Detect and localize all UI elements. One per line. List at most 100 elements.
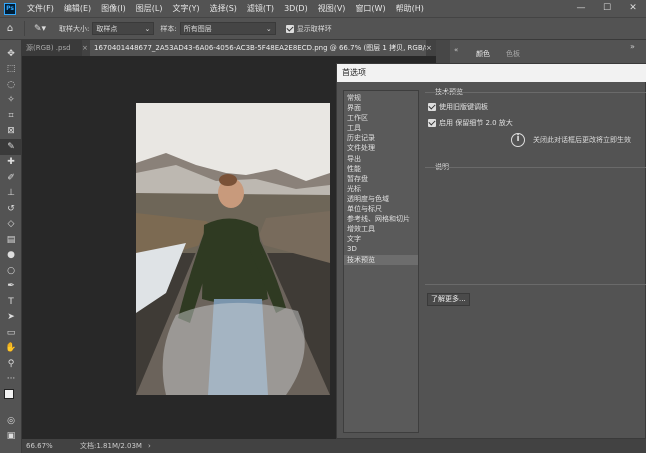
category-units-rulers[interactable]: 单位与标尺 [344, 204, 418, 214]
option-legacy-keyboard: 使用旧版键调板 [439, 103, 488, 111]
category-guides-grid[interactable]: 参考线、网格和切片 [344, 214, 418, 224]
tools-panel: ✥ ⬚ ◌ ✧ ⌗ ⊠ ✎ ✚ ✐ ⊥ ↺ ◇ ▤ ● ○ ✒ T ➤ ▭ ✋ … [0, 40, 22, 453]
category-plugins[interactable]: 增效工具 [344, 224, 418, 234]
category-3d[interactable]: 3D [344, 244, 418, 254]
checkbox-checked-icon [285, 24, 294, 33]
option-preserve-details: 启用 保留细节 2.0 放大 [439, 119, 513, 127]
photo-road-woman [136, 103, 330, 395]
lasso-tool-icon[interactable]: ◌ [0, 77, 22, 93]
preserve-details-checkbox[interactable]: 启用 保留细节 2.0 放大 [428, 118, 513, 128]
sample-select[interactable]: 所有图层 ⌄ [179, 22, 276, 35]
category-file-handling[interactable]: 文件处理 [344, 143, 418, 153]
collapse-icon[interactable]: « [454, 46, 464, 56]
eraser-tool-icon[interactable]: ◇ [0, 217, 22, 233]
status-bar: 66.67% 文档:1.81M/2.03M › [22, 439, 646, 453]
screen-mode-icon[interactable]: ▣ [0, 429, 22, 445]
gradient-tool-icon[interactable]: ▤ [0, 232, 22, 248]
document-size: 文档:1.81M/2.03M [80, 442, 142, 450]
maximize-icon[interactable]: ☐ [594, 0, 620, 17]
category-type[interactable]: 文字 [344, 234, 418, 244]
category-tools[interactable]: 工具 [344, 123, 418, 133]
info-icon: i [511, 133, 525, 147]
eyedropper-tool-icon[interactable]: ✎ [0, 139, 22, 155]
path-select-tool-icon[interactable]: ➤ [0, 310, 22, 326]
category-history[interactable]: 历史记录 [344, 133, 418, 143]
category-interface[interactable]: 界面 [344, 103, 418, 113]
category-technology-previews[interactable]: 技术预览 [344, 254, 418, 265]
document-tabs: 源(RGB) .psd × 1670401448677_2A53AD43-6A0… [22, 40, 436, 56]
chevron-down-icon: ⌄ [265, 24, 272, 33]
foreground-color-swatch[interactable] [4, 389, 14, 399]
show-ring-checkbox[interactable]: 显示取样环 [285, 24, 332, 34]
menu-view[interactable]: 视图(V) [313, 0, 351, 17]
quick-select-tool-icon[interactable]: ✧ [0, 93, 22, 109]
zoom-tool-icon[interactable]: ⚲ [0, 356, 22, 372]
frame-tool-icon[interactable]: ⊠ [0, 124, 22, 140]
tab-document-1[interactable]: 源(RGB) .psd [22, 40, 82, 56]
close-icon[interactable]: ✕ [620, 0, 646, 17]
history-brush-tool-icon[interactable]: ↺ [0, 201, 22, 217]
more-tools-icon[interactable]: ··· [0, 372, 22, 388]
menu-type[interactable]: 文字(Y) [167, 0, 204, 17]
category-performance[interactable]: 性能 [344, 164, 418, 174]
eyedropper-tool-preset-icon[interactable]: ✎▾ [29, 24, 51, 34]
tab-document-active[interactable]: 1670401448677_2A53AD43-6A06-4056-AC3B-5F… [90, 40, 426, 56]
close-icon[interactable]: × [426, 40, 436, 56]
clone-stamp-tool-icon[interactable]: ⊥ [0, 186, 22, 202]
home-icon[interactable]: ⌂ [0, 23, 20, 34]
menu-image[interactable]: 图像(I) [96, 0, 131, 17]
menu-edit[interactable]: 编辑(E) [59, 0, 96, 17]
show-ring-label: 显示取样环 [296, 24, 332, 33]
tab-swatches[interactable]: 色板 [506, 49, 520, 59]
checkbox-checked-icon [428, 103, 436, 111]
menu-filter[interactable]: 滤镜(T) [242, 0, 279, 17]
sample-size-label: 取样大小: [59, 24, 90, 33]
photoshop-logo-icon: Ps [4, 2, 16, 15]
panel-collapse-icon[interactable]: » [630, 42, 635, 51]
learn-more-button[interactable]: 了解更多... [427, 293, 470, 306]
menu-select[interactable]: 选择(S) [205, 0, 242, 17]
zoom-level[interactable]: 66.67% [26, 442, 76, 450]
menu-window[interactable]: 窗口(W) [350, 0, 390, 17]
checkbox-checked-icon [428, 119, 436, 127]
dodge-tool-icon[interactable]: ○ [0, 263, 22, 279]
pen-tool-icon[interactable]: ✒ [0, 279, 22, 295]
sample-label: 样本: [160, 24, 177, 33]
blur-tool-icon[interactable]: ● [0, 248, 22, 264]
sample-size-value: 取样点 [96, 24, 118, 33]
color-swatches[interactable] [0, 387, 21, 413]
window-controls: — ☐ ✕ [568, 0, 646, 17]
category-transparency[interactable]: 透明度与色域 [344, 194, 418, 204]
category-scratch-disks[interactable]: 暂存盘 [344, 174, 418, 184]
minimize-icon[interactable]: — [568, 0, 594, 17]
menu-file[interactable]: 文件(F) [22, 0, 59, 17]
options-bar: ⌂ ✎▾ 取样大小: 取样点 ⌄ 样本: 所有图层 ⌄ 显示取样环 [0, 17, 646, 40]
category-general[interactable]: 常规 [344, 93, 418, 103]
sample-value: 所有图层 [183, 24, 212, 33]
dialog-title: 首选项 [337, 64, 646, 82]
menu-layer[interactable]: 图层(L) [131, 0, 168, 17]
close-icon[interactable]: × [82, 40, 90, 56]
type-tool-icon[interactable]: T [0, 294, 22, 310]
menu-help[interactable]: 帮助(H) [391, 0, 429, 17]
hand-tool-icon[interactable]: ✋ [0, 341, 22, 357]
quick-mask-icon[interactable]: ◎ [0, 413, 22, 429]
document-image[interactable] [136, 103, 330, 395]
menu-3d[interactable]: 3D(D) [279, 0, 313, 17]
preferences-category-list: 常规 界面 工作区 工具 历史记录 文件处理 导出 性能 暂存盘 光标 透明度与… [343, 90, 419, 433]
sample-size-select[interactable]: 取样点 ⌄ [92, 22, 155, 35]
legacy-keyboard-checkbox[interactable]: 使用旧版键调板 [428, 102, 488, 112]
tab-color[interactable]: 颜色 [476, 49, 490, 59]
category-workspace[interactable]: 工作区 [344, 113, 418, 123]
rectangle-tool-icon[interactable]: ▭ [0, 325, 22, 341]
category-export[interactable]: 导出 [344, 154, 418, 164]
move-tool-icon[interactable]: ✥ [0, 46, 22, 62]
description-box [425, 167, 646, 285]
chevron-right-icon[interactable]: › [148, 442, 151, 450]
brush-tool-icon[interactable]: ✐ [0, 170, 22, 186]
marquee-tool-icon[interactable]: ⬚ [0, 62, 22, 78]
category-cursors[interactable]: 光标 [344, 184, 418, 194]
preferences-dialog: 首选项 常规 界面 工作区 工具 历史记录 文件处理 导出 性能 暂存盘 光标 … [336, 63, 646, 439]
crop-tool-icon[interactable]: ⌗ [0, 108, 22, 124]
healing-brush-tool-icon[interactable]: ✚ [0, 155, 22, 171]
